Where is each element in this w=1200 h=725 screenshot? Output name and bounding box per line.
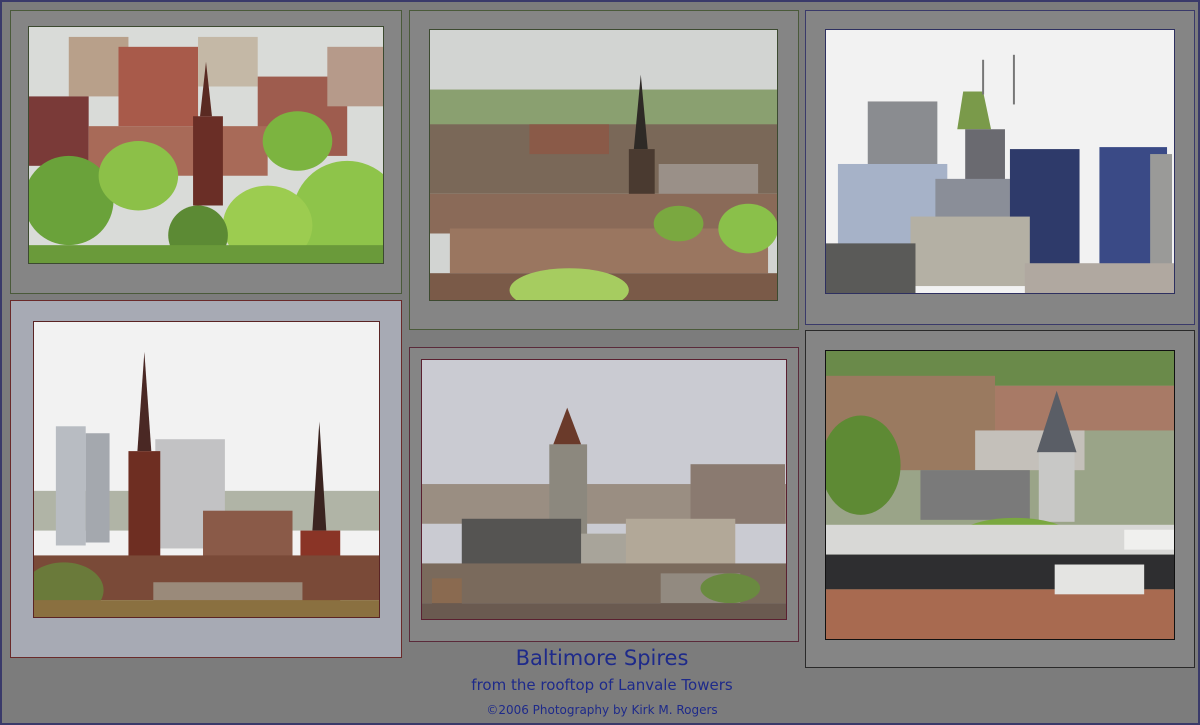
photo-credit: ©2006 Photography by Kirk M. Rogers: [486, 703, 718, 717]
photo-rooftops-turret: [825, 350, 1175, 640]
photo-twin-spires: [33, 321, 380, 618]
photo-bell-tower-church: [421, 359, 787, 620]
photo-gothic-spire-park: [28, 26, 384, 264]
collage-subtitle: from the rooftop of Lanvale Towers: [471, 676, 733, 694]
collage-canvas: Baltimore Spires from the rooftop of Lan…: [0, 0, 1200, 725]
photo-rowhouses-spire: [429, 29, 778, 301]
collage-title: Baltimore Spires: [515, 646, 689, 670]
photo-downtown-skyline: [825, 29, 1175, 294]
